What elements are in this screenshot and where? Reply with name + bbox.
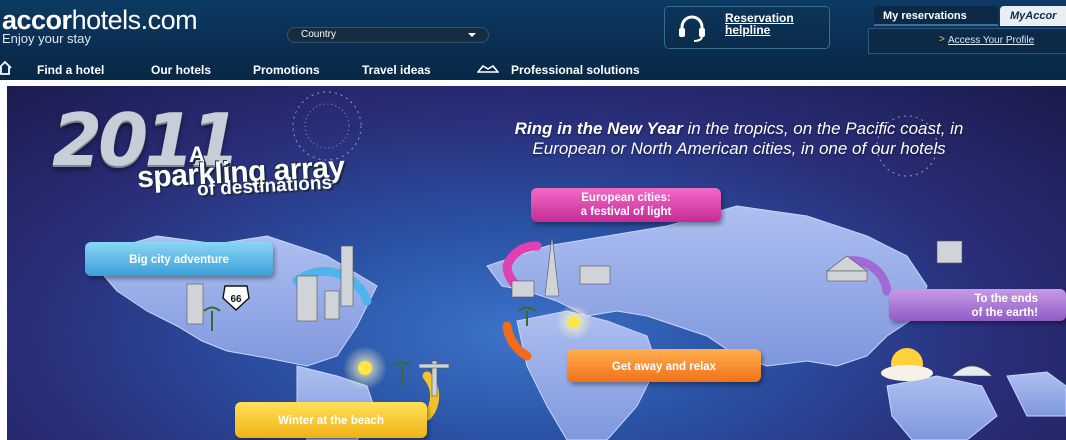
european-line2: a festival of light xyxy=(580,206,672,218)
winter-beach-bubble[interactable]: Winter at the beach xyxy=(235,402,427,438)
ends-of-earth-bubble[interactable]: To the ends of the earth! xyxy=(889,289,1066,321)
country-select[interactable]: Country xyxy=(287,27,489,43)
ends-line1: To the ends xyxy=(974,293,1038,305)
headset-icon xyxy=(679,15,705,42)
get-away-relax-bubble[interactable]: Get away and relax xyxy=(567,349,761,382)
country-select-value: Country xyxy=(301,29,337,40)
nav-travel-ideas[interactable]: Travel ideas xyxy=(362,63,431,77)
handshake-icon xyxy=(477,64,499,73)
headline-bold: Ring in the New Year xyxy=(514,119,683,138)
nav-our-hotels[interactable]: Our hotels xyxy=(151,63,211,77)
ends-line2: of the earth! xyxy=(971,307,1038,319)
nav-professional-solutions[interactable]: Professional solutions xyxy=(511,63,640,77)
reservation-helpline-button[interactable]: Reservation helpline xyxy=(664,6,830,49)
nav-find-a-hotel[interactable]: Find a hotel xyxy=(37,63,104,77)
tab-my-reservations[interactable]: My reservations xyxy=(874,6,998,26)
site-logo[interactable]: accorhotels.com xyxy=(2,6,198,34)
banner-headline: Ring in the New Year in the tropics, on … xyxy=(419,119,1059,159)
reservation-line2: helpline xyxy=(725,23,771,37)
route-66-label: 66 xyxy=(230,294,242,305)
european-cities-bubble[interactable]: European cities: a festival of light xyxy=(531,188,721,222)
main-nav: Find a hotel Our hotels Promotions Trave… xyxy=(0,60,1066,80)
access-profile-link[interactable]: Access Your Profile xyxy=(948,35,1034,46)
european-line1: European cities: xyxy=(581,192,671,204)
tab-my-accor[interactable]: MyAccor xyxy=(1000,6,1066,26)
tagline: Enjoy your stay xyxy=(2,31,91,46)
profile-panel: > Access Your Profile xyxy=(868,28,1066,54)
chevron-right-icon: > xyxy=(939,34,945,45)
headline-line2: European or North American cities, in on… xyxy=(532,139,946,158)
nav-promotions[interactable]: Promotions xyxy=(253,63,320,77)
big-city-adventure-bubble[interactable]: Big city adventure xyxy=(85,242,273,276)
headline-rest: in the tropics, on the Pacific coast, in xyxy=(682,119,964,138)
page-root: accorhotels.com Enjoy your stay Country … xyxy=(0,0,1066,440)
promo-banner[interactable]: 66 2011 A sparkling array of destination… xyxy=(7,86,1066,440)
site-header: accorhotels.com Enjoy your stay Country … xyxy=(0,0,1066,80)
chevron-down-icon xyxy=(468,33,476,37)
